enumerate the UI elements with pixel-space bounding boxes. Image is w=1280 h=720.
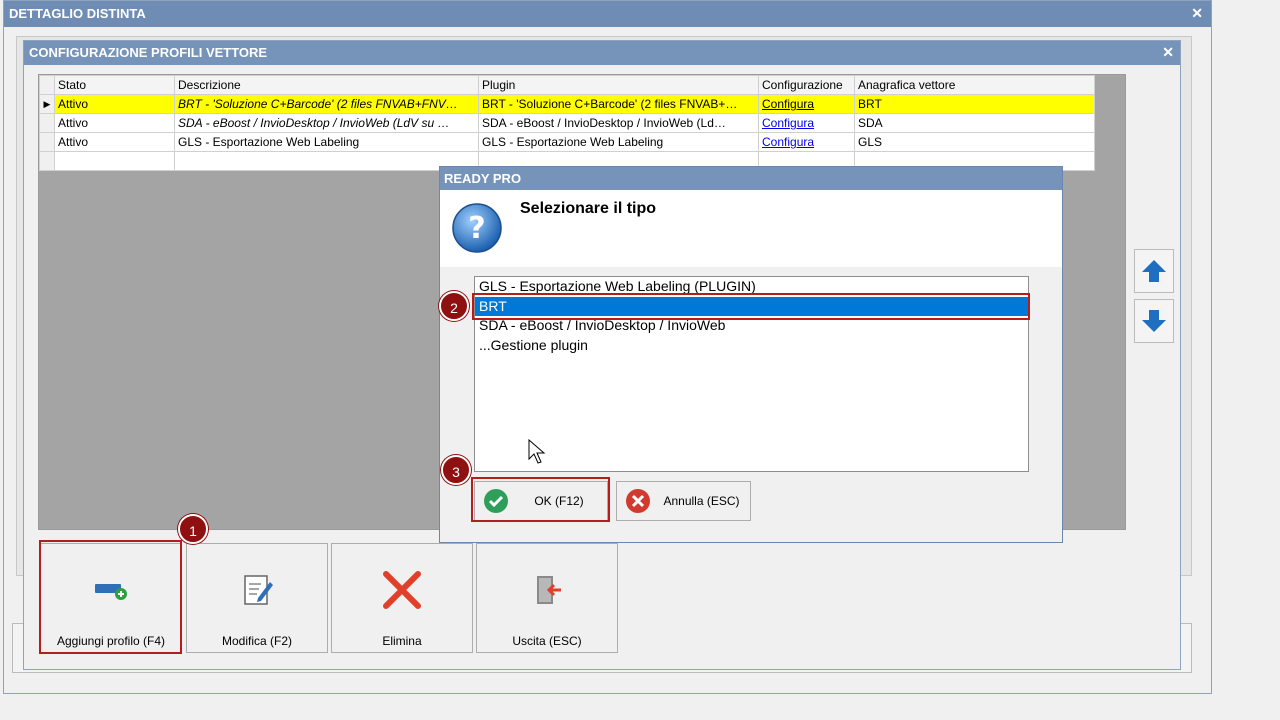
delete-button[interactable]: Elimina — [331, 543, 473, 653]
edit-document-icon — [244, 575, 273, 605]
cancel-icon — [626, 489, 650, 513]
cell-descrizione[interactable]: BRT - 'Soluzione C+Barcode' (2 files FNV… — [174, 94, 479, 114]
cell-plugin[interactable]: SDA - eBoost / InvioDesktop / InvioWeb (… — [478, 113, 759, 133]
cell-stato[interactable]: Attivo — [54, 132, 175, 152]
move-up-button[interactable] — [1134, 249, 1174, 293]
cell-descrizione[interactable]: SDA - eBoost / InvioDesktop / InvioWeb (… — [174, 113, 479, 133]
outer-close-icon[interactable]: ✕ — [1191, 4, 1203, 22]
highlight-brt-option — [472, 293, 1030, 320]
inner-close-icon[interactable]: ✕ — [1162, 43, 1174, 61]
delete-label: Elimina — [382, 634, 422, 648]
col-header-anagrafica[interactable]: Anagrafica vettore — [854, 75, 1095, 95]
cell-configurazione[interactable]: Configura — [758, 132, 855, 152]
current-row-arrow-icon: ▶ — [39, 94, 55, 114]
col-header-plugin[interactable]: Plugin — [478, 75, 759, 95]
cell-configurazione[interactable]: Configura — [758, 94, 855, 114]
move-down-button[interactable] — [1134, 299, 1174, 343]
cell-stato[interactable]: Attivo — [54, 113, 175, 133]
configura-link[interactable]: Configura — [762, 116, 814, 130]
highlight-ok-button — [471, 477, 610, 522]
table-row[interactable]: ▶ Attivo BRT - 'Soluzione C+Barcode' (2 … — [39, 94, 1095, 114]
edit-label: Modifica (F2) — [221, 634, 292, 648]
step-badge-3: 3 — [441, 455, 471, 485]
mouse-cursor-icon — [528, 439, 546, 464]
dialog-header: ? Selezionare il tipo — [440, 190, 1062, 267]
exit-button[interactable]: Uscita (ESC) — [476, 543, 618, 653]
exit-door-icon — [537, 576, 561, 604]
row-header-corner — [39, 75, 55, 95]
cell-anagrafica[interactable]: GLS — [854, 132, 1095, 152]
list-item[interactable]: ...Gestione plugin — [475, 336, 1028, 356]
table-row[interactable]: Attivo GLS - Esportazione Web Labeling G… — [39, 132, 1095, 152]
svg-text:?: ? — [468, 211, 485, 246]
cancel-label: Annulla (ESC) — [663, 494, 740, 508]
edit-button[interactable]: Modifica (F2) — [186, 543, 328, 653]
table-row[interactable]: Attivo SDA - eBoost / InvioDesktop / Inv… — [39, 113, 1095, 133]
row-header — [39, 113, 55, 133]
arrow-down-icon — [1142, 310, 1166, 332]
col-header-descrizione[interactable]: Descrizione — [174, 75, 479, 95]
cell-plugin[interactable]: GLS - Esportazione Web Labeling — [478, 132, 759, 152]
row-header — [39, 132, 55, 152]
arrow-up-icon — [1142, 260, 1166, 282]
cancel-button[interactable]: Annulla (ESC) — [616, 481, 751, 521]
step-badge-1: 1 — [178, 514, 208, 544]
profiles-grid: Stato Descrizione Plugin Configurazione … — [39, 75, 1095, 171]
cell-stato[interactable]: Attivo — [54, 94, 175, 114]
dialog-title: READY PRO — [440, 167, 1062, 190]
delete-x-icon — [383, 571, 421, 609]
col-header-configurazione[interactable]: Configurazione — [758, 75, 855, 95]
highlight-add-profile — [39, 540, 182, 654]
outer-window-title: DETTAGLIO DISTINTA — [4, 1, 1211, 27]
inner-window-title: CONFIGURAZIONE PROFILI VETTORE — [24, 41, 1180, 65]
cell-configurazione[interactable]: Configura — [758, 113, 855, 133]
dialog-message: Selezionare il tipo — [520, 200, 657, 217]
cell-plugin[interactable]: BRT - 'Soluzione C+Barcode' (2 files FNV… — [478, 94, 759, 114]
cell-anagrafica[interactable]: BRT — [854, 94, 1095, 114]
step-badge-2: 2 — [439, 291, 469, 321]
question-icon: ? — [452, 203, 502, 253]
cell-anagrafica[interactable]: SDA — [854, 113, 1095, 133]
configura-link[interactable]: Configura — [762, 97, 814, 111]
configura-link[interactable]: Configura — [762, 135, 814, 149]
exit-label: Uscita (ESC) — [512, 634, 582, 648]
col-header-stato[interactable]: Stato — [54, 75, 175, 95]
cell-descrizione[interactable]: GLS - Esportazione Web Labeling — [174, 132, 479, 152]
